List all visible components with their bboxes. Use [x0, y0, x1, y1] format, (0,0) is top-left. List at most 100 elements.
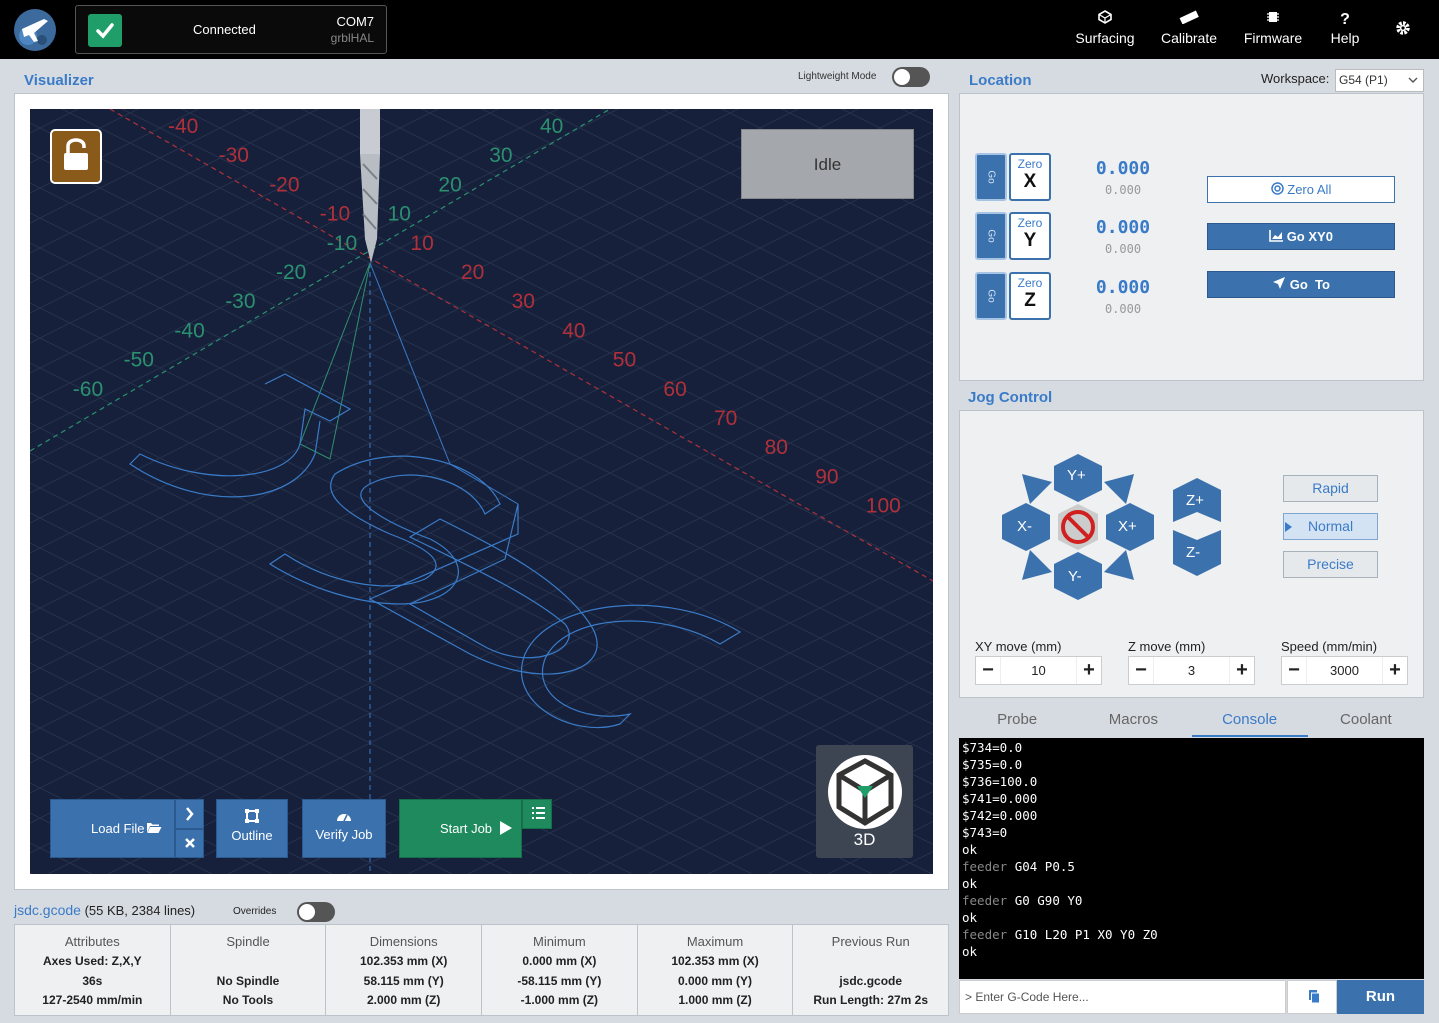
close-file-button[interactable]: [175, 829, 204, 858]
zero-z-button[interactable]: Zero Z: [1009, 272, 1051, 320]
chart-area-icon: [1269, 229, 1287, 244]
speed-decrement-button[interactable]: −: [1282, 657, 1306, 684]
zero-all-button[interactable]: Zero All: [1207, 176, 1395, 203]
jog-mode-rapid[interactable]: Rapid: [1283, 475, 1378, 502]
nav-surfacing[interactable]: Surfacing: [1074, 10, 1136, 46]
console-line: $743=0: [962, 824, 1421, 841]
run-button[interactable]: Run: [1337, 980, 1424, 1014]
zero-y-button[interactable]: Zero Y: [1009, 212, 1051, 260]
question-icon: ?: [1340, 11, 1350, 28]
tab-console[interactable]: Console: [1191, 707, 1308, 737]
work-position-y[interactable]: 0.000: [1088, 217, 1158, 238]
load-file-button[interactable]: Load File: [50, 799, 175, 858]
copy-button[interactable]: [1287, 980, 1337, 1014]
work-position-x[interactable]: 0.000: [1088, 158, 1158, 179]
speed-increment-button[interactable]: +: [1383, 657, 1407, 684]
xy-increment-button[interactable]: +: [1077, 657, 1101, 684]
stat-value: jsdc.gcode: [839, 973, 903, 988]
jog-x-minus[interactable]: X-: [1017, 518, 1032, 535]
go-label: Go: [985, 289, 997, 303]
jog-mode-precise[interactable]: Precise: [1283, 551, 1378, 578]
chevron-right-icon: [186, 807, 194, 821]
start-job-button[interactable]: Start Job: [399, 799, 522, 858]
console-line-text: $742=0.000: [962, 808, 1038, 823]
job-queue-button[interactable]: [522, 799, 552, 829]
work-position-z[interactable]: 0.000: [1088, 277, 1158, 298]
stat-value: Run Length: 27m 2s: [813, 993, 929, 1007]
go-xy0-button[interactable]: Go XY0: [1207, 223, 1395, 250]
folder-open-icon: [146, 821, 162, 837]
x-axis-tick-label: 90: [815, 465, 838, 488]
jog-z-plus[interactable]: Z+: [1186, 492, 1204, 509]
console-line: ok: [962, 943, 1421, 960]
gear-icon[interactable]: [1394, 20, 1412, 39]
console-line: feeder G04 P0.5: [962, 858, 1421, 875]
jog-z-minus[interactable]: Z-: [1186, 544, 1200, 561]
tab-macros[interactable]: Macros: [1075, 707, 1191, 737]
workspace-select[interactable]: G54 (P1): [1335, 69, 1424, 92]
send-icon: [1272, 277, 1290, 292]
top-bar: Connected COM7 grblHAL Surfacing Calibra…: [0, 0, 1439, 59]
stat-value: 1.000 mm (Z): [678, 993, 752, 1007]
console-line-source: feeder: [962, 859, 1008, 874]
connection-status: Connected: [193, 22, 256, 37]
jog-y-plus[interactable]: Y+: [1067, 467, 1086, 484]
tab-coolant[interactable]: Coolant: [1308, 707, 1424, 737]
z-move-stepper: − 3 +: [1128, 656, 1255, 685]
go-x-button[interactable]: Go: [975, 153, 1007, 201]
go-y-button[interactable]: Go: [975, 212, 1007, 260]
console-line: $741=0.000: [962, 790, 1421, 807]
nav-help[interactable]: ? Help: [1328, 10, 1362, 46]
console-line: $742=0.000: [962, 807, 1421, 824]
connection-widget[interactable]: Connected COM7 grblHAL: [75, 5, 387, 54]
lock-button[interactable]: [50, 129, 108, 184]
z-decrement-button[interactable]: −: [1129, 657, 1153, 684]
x-axis-tick-label: 20: [461, 261, 484, 284]
workspace-label: Workspace:: [1261, 71, 1330, 86]
jog-y-minus[interactable]: Y-: [1068, 568, 1082, 585]
nav-calibrate[interactable]: Calibrate: [1159, 10, 1219, 46]
speed-input[interactable]: 3000: [1306, 657, 1383, 684]
axis-letter: Z: [1024, 290, 1036, 311]
close-icon: [185, 838, 195, 848]
nav-firmware-label: Firmware: [1243, 30, 1303, 46]
view-mode-button[interactable]: 3D: [816, 745, 913, 858]
jog-mode-normal[interactable]: Normal: [1283, 513, 1378, 540]
go-z-button[interactable]: Go: [975, 272, 1007, 320]
verify-job-button[interactable]: Verify Job: [302, 799, 386, 858]
tab-probe[interactable]: Probe: [959, 707, 1075, 737]
x-axis-tick-label: 80: [765, 436, 788, 459]
start-job-label: Start Job: [440, 821, 493, 836]
jog-x-plus[interactable]: X+: [1118, 518, 1137, 535]
overrides-toggle[interactable]: [297, 902, 335, 922]
console-output[interactable]: $734=0.0 $735=0.0 $736=100.0 $741=0.000 $742…: [959, 738, 1424, 979]
speed-label: Speed (mm/min): [1281, 639, 1378, 654]
x-axis-tick-label: 100: [866, 495, 901, 518]
stat-value: -58.115 mm (Y): [517, 973, 602, 988]
load-file-next-button[interactable]: [175, 799, 204, 829]
z-move-input[interactable]: 3: [1153, 657, 1230, 684]
jog-x-plus-y-minus: [1104, 550, 1134, 580]
console-line: ok: [962, 841, 1421, 858]
y-axis-tick-label: -10: [327, 232, 357, 255]
file-name[interactable]: jsdc.gcode: [14, 902, 81, 918]
z-increment-button[interactable]: +: [1230, 657, 1254, 684]
y-axis-tick-label: 30: [489, 144, 512, 167]
lightweight-mode-toggle[interactable]: [892, 67, 930, 87]
nav-firmware[interactable]: Firmware: [1241, 10, 1305, 46]
gcode-input[interactable]: > Enter G-Code Here...: [959, 980, 1286, 1014]
chip-icon: [1241, 10, 1305, 30]
xy-decrement-button[interactable]: −: [976, 657, 1000, 684]
app-logo[interactable]: [14, 9, 56, 51]
machine-position-y: 0.000: [1104, 242, 1142, 256]
outline-button[interactable]: Outline: [216, 799, 288, 858]
zero-x-button[interactable]: Zero X: [1009, 153, 1051, 201]
visualizer-canvas[interactable]: -40 -30 -20 -10 10 20 30 40 50 60 70 80 90 100 40 30 20…: [30, 109, 933, 874]
xy-move-input[interactable]: 10: [1000, 657, 1077, 684]
go-label: Go: [985, 229, 997, 243]
stat-value: 0.000 mm (Y): [678, 973, 753, 988]
go-to-button[interactable]: Go To: [1207, 271, 1395, 298]
stat-heading: Spindle: [226, 934, 270, 949]
console-line: feeder G0 G90 Y0: [962, 892, 1421, 909]
target-icon: [1270, 182, 1288, 197]
